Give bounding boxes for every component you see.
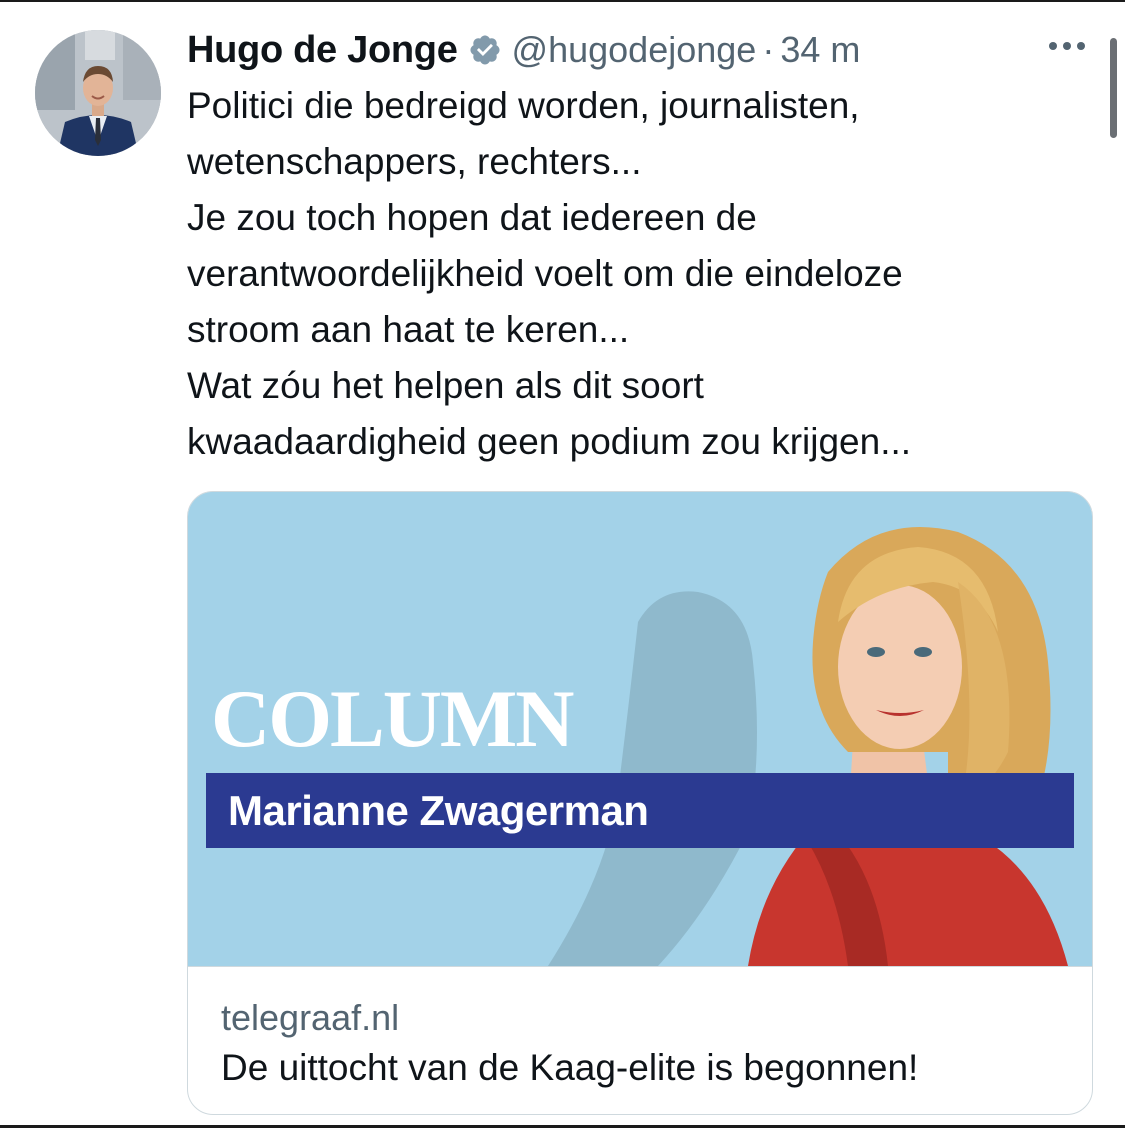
tweet-text-line: Wat zóu het helpen als dit soort bbox=[187, 365, 704, 406]
tweet-text-line: kwaadaardigheid geen podium zou krijgen.… bbox=[187, 421, 912, 462]
tweet-text: Politici die bedreigd worden, journalist… bbox=[187, 78, 1087, 470]
top-divider bbox=[0, 0, 1125, 2]
link-preview-card[interactable]: COLUMN Marianne Zwagerman telegraaf.nl D… bbox=[187, 491, 1093, 1115]
author-name[interactable]: Hugo de Jonge bbox=[187, 29, 458, 72]
tweet-screenshot: Hugo de Jonge @hugodejonge · 34 m Politi… bbox=[0, 0, 1125, 1128]
tweet-text-line: wetenschappers, rechters... bbox=[187, 141, 642, 182]
more-options-icon[interactable] bbox=[1046, 34, 1088, 58]
tweet-text-line: verantwoordelijkheid voelt om die eindel… bbox=[187, 253, 903, 294]
card-footer[interactable]: telegraaf.nl De uittocht van de Kaag-eli… bbox=[188, 966, 1092, 1114]
tweet-timestamp[interactable]: 34 m bbox=[780, 29, 860, 71]
scrollbar-thumb[interactable] bbox=[1110, 38, 1117, 138]
tweet-text-line: stroom aan haat te keren... bbox=[187, 309, 630, 350]
card-title[interactable]: De uittocht van de Kaag-elite is begonne… bbox=[221, 1047, 918, 1089]
tweet-text-line: Je zou toch hopen dat iedereen de bbox=[187, 197, 757, 238]
card-image-heading: COLUMN bbox=[211, 673, 575, 764]
tweet-header: Hugo de Jonge @hugodejonge · 34 m bbox=[187, 24, 860, 76]
card-domain[interactable]: telegraaf.nl bbox=[221, 997, 399, 1039]
verified-badge-icon[interactable] bbox=[468, 33, 502, 67]
card-image[interactable]: COLUMN Marianne Zwagerman bbox=[188, 492, 1092, 966]
columnist-name: Marianne Zwagerman bbox=[228, 787, 649, 834]
author-avatar[interactable] bbox=[35, 30, 161, 156]
tweet-text-line: Politici die bedreigd worden, journalist… bbox=[187, 85, 860, 126]
author-handle[interactable]: @hugodejonge bbox=[512, 29, 757, 71]
avatar-image bbox=[35, 30, 161, 156]
header-separator: · bbox=[762, 29, 775, 70]
